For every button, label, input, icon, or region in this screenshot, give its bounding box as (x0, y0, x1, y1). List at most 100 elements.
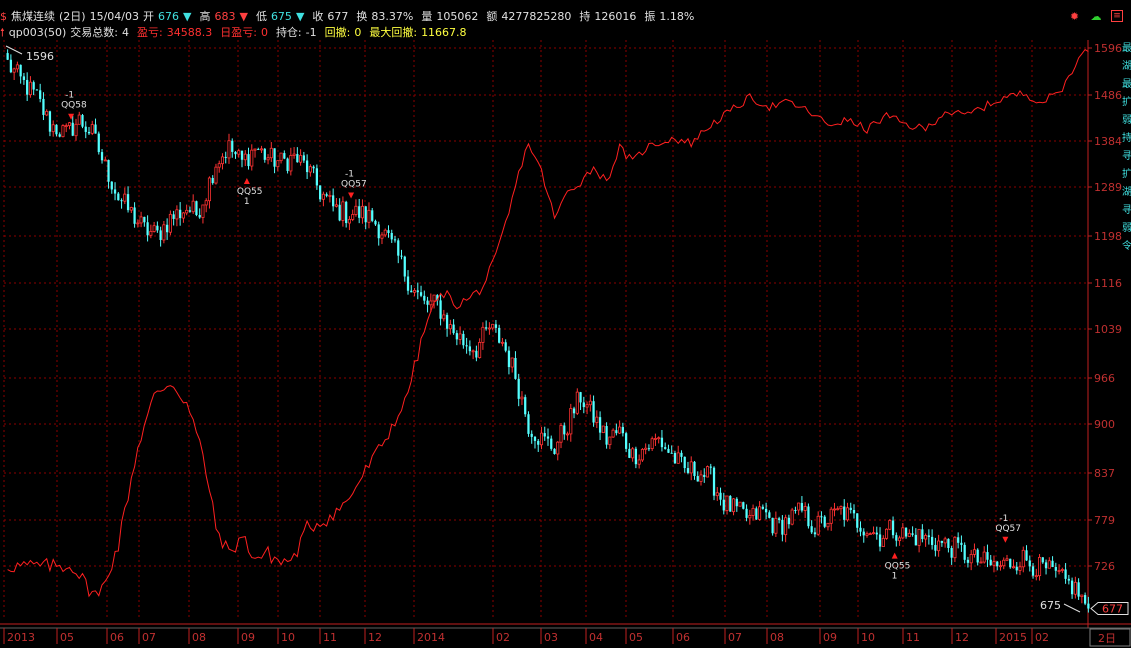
candle-body (862, 531, 865, 536)
candle-body (1018, 566, 1022, 571)
candle-body (442, 314, 446, 320)
candle-body (58, 134, 61, 137)
candle-body (185, 209, 189, 214)
candle-body (585, 404, 589, 408)
candle-body (966, 559, 970, 563)
candle-body (334, 204, 338, 207)
candle-body (771, 517, 774, 534)
candle-body (487, 327, 491, 330)
candle-body (494, 324, 498, 328)
x-tick-label: 05 (629, 631, 643, 644)
signal-quantity: -1 (345, 169, 354, 179)
candle-body (563, 425, 566, 435)
candle-body (410, 290, 413, 293)
candle-body (566, 433, 570, 436)
x-tick-label: 2015 (999, 631, 1027, 644)
candle-body (845, 507, 850, 521)
last-price-label: 677 (1102, 603, 1123, 616)
candle-body (191, 200, 195, 213)
candle-body (1083, 595, 1087, 604)
candle-body (517, 378, 520, 399)
candle-body (172, 214, 175, 219)
y-tick-label: 726 (1094, 560, 1115, 573)
candle-body (181, 212, 185, 219)
candle-body (963, 544, 966, 560)
candle-body (481, 326, 485, 343)
candle-body (299, 154, 303, 163)
candle-body (1021, 549, 1025, 568)
candle-body (358, 206, 361, 218)
candle-body (895, 535, 898, 541)
candle-body (61, 125, 65, 138)
candle-body (998, 565, 1003, 568)
candle-body (332, 195, 335, 207)
x-tick-label: 04 (589, 631, 603, 644)
x-tick-label: 05 (60, 631, 74, 644)
candle-body (1015, 566, 1018, 571)
candle-body (217, 163, 221, 168)
candle-body (465, 345, 468, 347)
candle-body (881, 537, 885, 547)
candle-body (1051, 560, 1054, 567)
candle-body (618, 426, 622, 434)
signal-label: QQ55 (237, 187, 263, 197)
y-tick-label: 900 (1094, 418, 1115, 431)
x-tick-label: 08 (192, 631, 206, 644)
candle-body (686, 468, 690, 473)
candle-body (166, 224, 169, 233)
x-tick-label: 2013 (7, 631, 35, 644)
candle-body (670, 452, 673, 454)
candle-body (543, 433, 546, 437)
candle-body (195, 201, 198, 216)
candle-body (345, 201, 348, 224)
candle-body (579, 392, 582, 403)
candle-body (992, 561, 996, 566)
candle-body (133, 207, 136, 224)
candle-body (113, 189, 117, 194)
candle-body (843, 506, 846, 520)
y-tick-label: 1116 (1094, 277, 1122, 290)
candle-body (729, 496, 732, 512)
candle-body (1009, 558, 1012, 568)
candle-body (637, 459, 641, 465)
candle-body (276, 160, 280, 168)
candle-body (650, 438, 654, 449)
candle-body (143, 216, 146, 223)
candle-body (527, 414, 530, 434)
candle-body (243, 153, 247, 161)
candle-body (81, 115, 84, 127)
price-chart[interactable]: 1596 1486 1384 1289 1198 1116 1039 966 900 837 779… (0, 0, 1131, 648)
candle-body (15, 64, 19, 70)
candle-body (1080, 594, 1084, 597)
candle-body (94, 124, 97, 134)
candle-body (35, 89, 39, 91)
candle-body (305, 160, 309, 173)
candle-body (738, 501, 742, 507)
candle-body (930, 536, 934, 545)
candle-body (452, 324, 455, 334)
candle-body (761, 506, 764, 509)
candle-body (475, 350, 478, 358)
candle-body (390, 232, 393, 240)
candle-body (514, 357, 517, 379)
candle-body (1028, 560, 1031, 567)
candle-body (582, 402, 585, 408)
candle-body (1031, 566, 1035, 576)
candle-body (524, 397, 527, 415)
y-tick-label: 1486 (1094, 89, 1122, 102)
x-tick-label: 03 (544, 631, 558, 644)
candle-body (397, 240, 400, 256)
candle-body (234, 151, 237, 155)
candle-body (283, 153, 286, 159)
candle-body (123, 193, 127, 202)
candle-body (917, 528, 921, 546)
candle-body (745, 508, 748, 518)
candle-body (715, 492, 719, 497)
candle-body (90, 124, 94, 134)
candle-body (797, 502, 801, 511)
candle-body (406, 276, 410, 291)
candle-body (712, 467, 716, 496)
candle-body (1002, 559, 1006, 567)
candle-body (732, 498, 736, 513)
candle-body (28, 81, 32, 96)
